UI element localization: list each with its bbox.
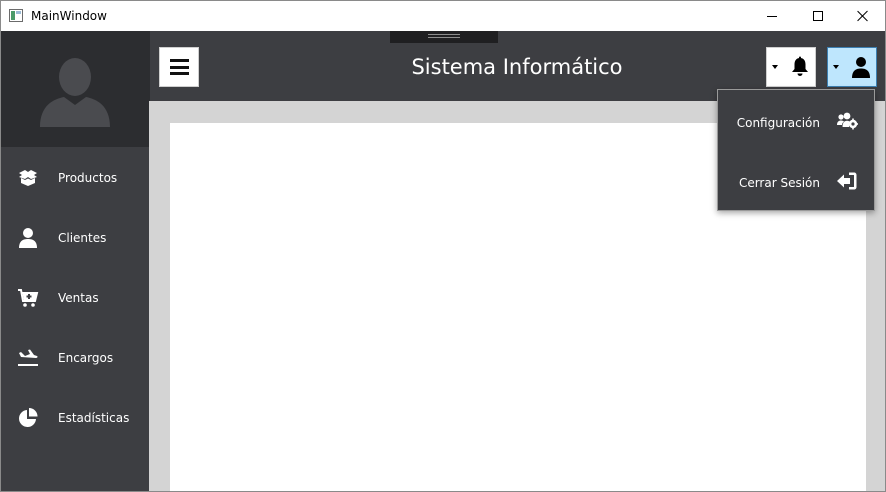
menu-item-configuracion[interactable]: Configuración xyxy=(718,91,874,151)
page-title: Sistema Informático xyxy=(411,55,623,79)
user-dropdown-menu: Configuración Cerrar Sesión xyxy=(717,89,875,211)
sidebar-item-label: Estadísticas xyxy=(58,411,130,425)
menu-item-label: Configuración xyxy=(736,116,820,130)
sidebar-item-productos[interactable]: Productos xyxy=(1,149,149,209)
plane-arrival-icon xyxy=(18,349,38,366)
sidebar-item-ventas[interactable]: Ventas xyxy=(1,269,149,329)
bell-icon xyxy=(792,56,808,76)
sidebar-item-clientes[interactable]: Clientes xyxy=(1,209,149,269)
hamburger-icon xyxy=(170,59,189,75)
sign-out-icon xyxy=(837,172,857,190)
sidebar-item-encargos[interactable]: Encargos xyxy=(1,329,149,389)
chart-pie-icon xyxy=(19,408,38,427)
sidebar-item-estadisticas[interactable]: Estadísticas xyxy=(1,389,149,449)
main-window: MainWindow Productos Clientes Ventas Enc… xyxy=(0,0,886,492)
user-menu-button[interactable] xyxy=(827,47,877,87)
maximize-button[interactable] xyxy=(795,1,841,31)
chevron-down-icon xyxy=(833,65,839,69)
cart-plus-icon xyxy=(18,289,39,307)
sidebar-item-label: Ventas xyxy=(58,291,99,305)
user-silhouette-icon xyxy=(40,58,110,127)
notifications-button[interactable] xyxy=(766,47,816,87)
window-title: MainWindow xyxy=(31,9,107,23)
user-icon xyxy=(852,57,870,78)
header-divider xyxy=(149,31,150,101)
sidebar-item-label: Encargos xyxy=(58,351,114,365)
menu-item-label: Cerrar Sesión xyxy=(738,176,820,190)
boxes-icon xyxy=(19,170,37,186)
sidebar-item-label: Clientes xyxy=(58,231,107,245)
minimize-icon xyxy=(767,15,777,17)
user-icon xyxy=(19,228,37,248)
drag-handle[interactable] xyxy=(390,31,498,43)
app-window-icon xyxy=(9,9,23,22)
close-icon xyxy=(857,10,869,22)
users-cog-icon xyxy=(837,112,858,130)
sidebar-item-label: Productos xyxy=(58,171,118,185)
close-button[interactable] xyxy=(840,1,885,31)
chevron-down-icon xyxy=(772,65,778,69)
menu-button[interactable] xyxy=(159,47,199,87)
minimize-button[interactable] xyxy=(749,1,795,31)
maximize-icon xyxy=(813,11,823,21)
sidebar: Productos Clientes Ventas Encargos Estad… xyxy=(1,31,149,491)
profile-panel xyxy=(1,31,149,147)
title-bar[interactable]: MainWindow xyxy=(1,1,885,31)
menu-item-cerrar-sesion[interactable]: Cerrar Sesión xyxy=(718,151,874,211)
